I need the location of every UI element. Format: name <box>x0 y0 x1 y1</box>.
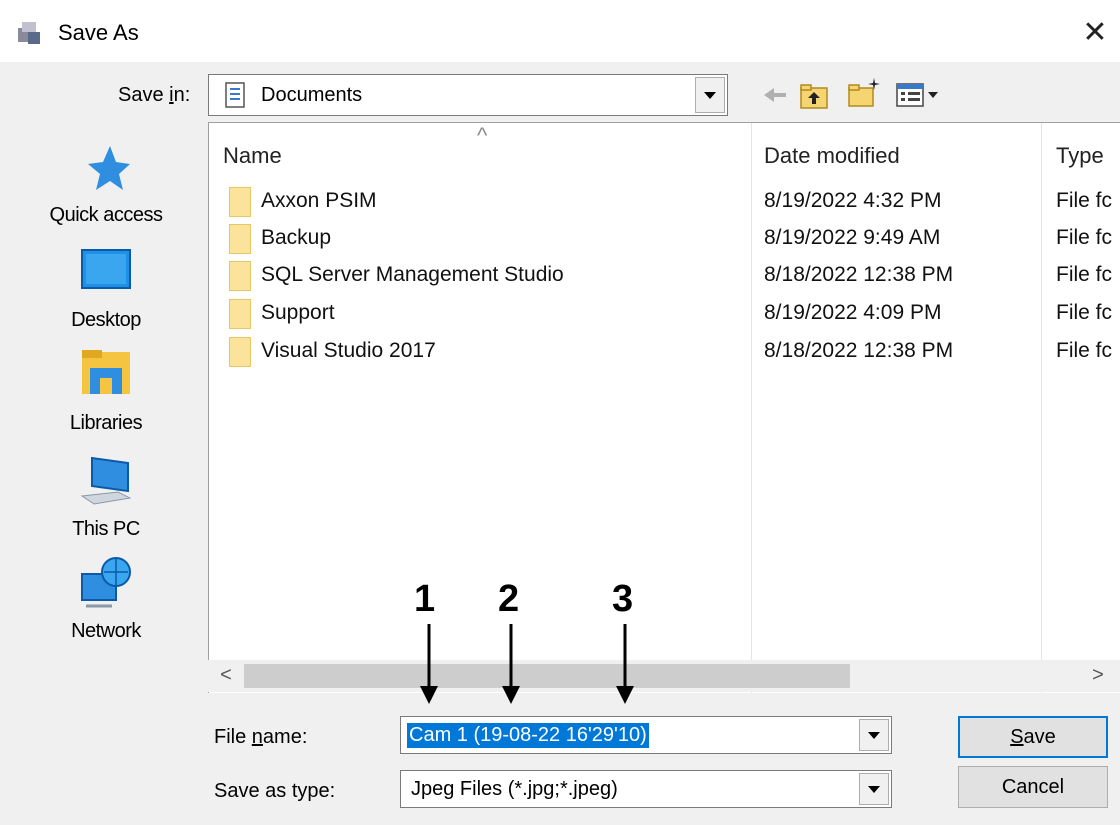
annotation-arrow <box>616 624 634 704</box>
annotation-arrows <box>420 624 634 704</box>
annotation-arrow <box>502 624 520 704</box>
annotation-arrow <box>420 624 438 704</box>
